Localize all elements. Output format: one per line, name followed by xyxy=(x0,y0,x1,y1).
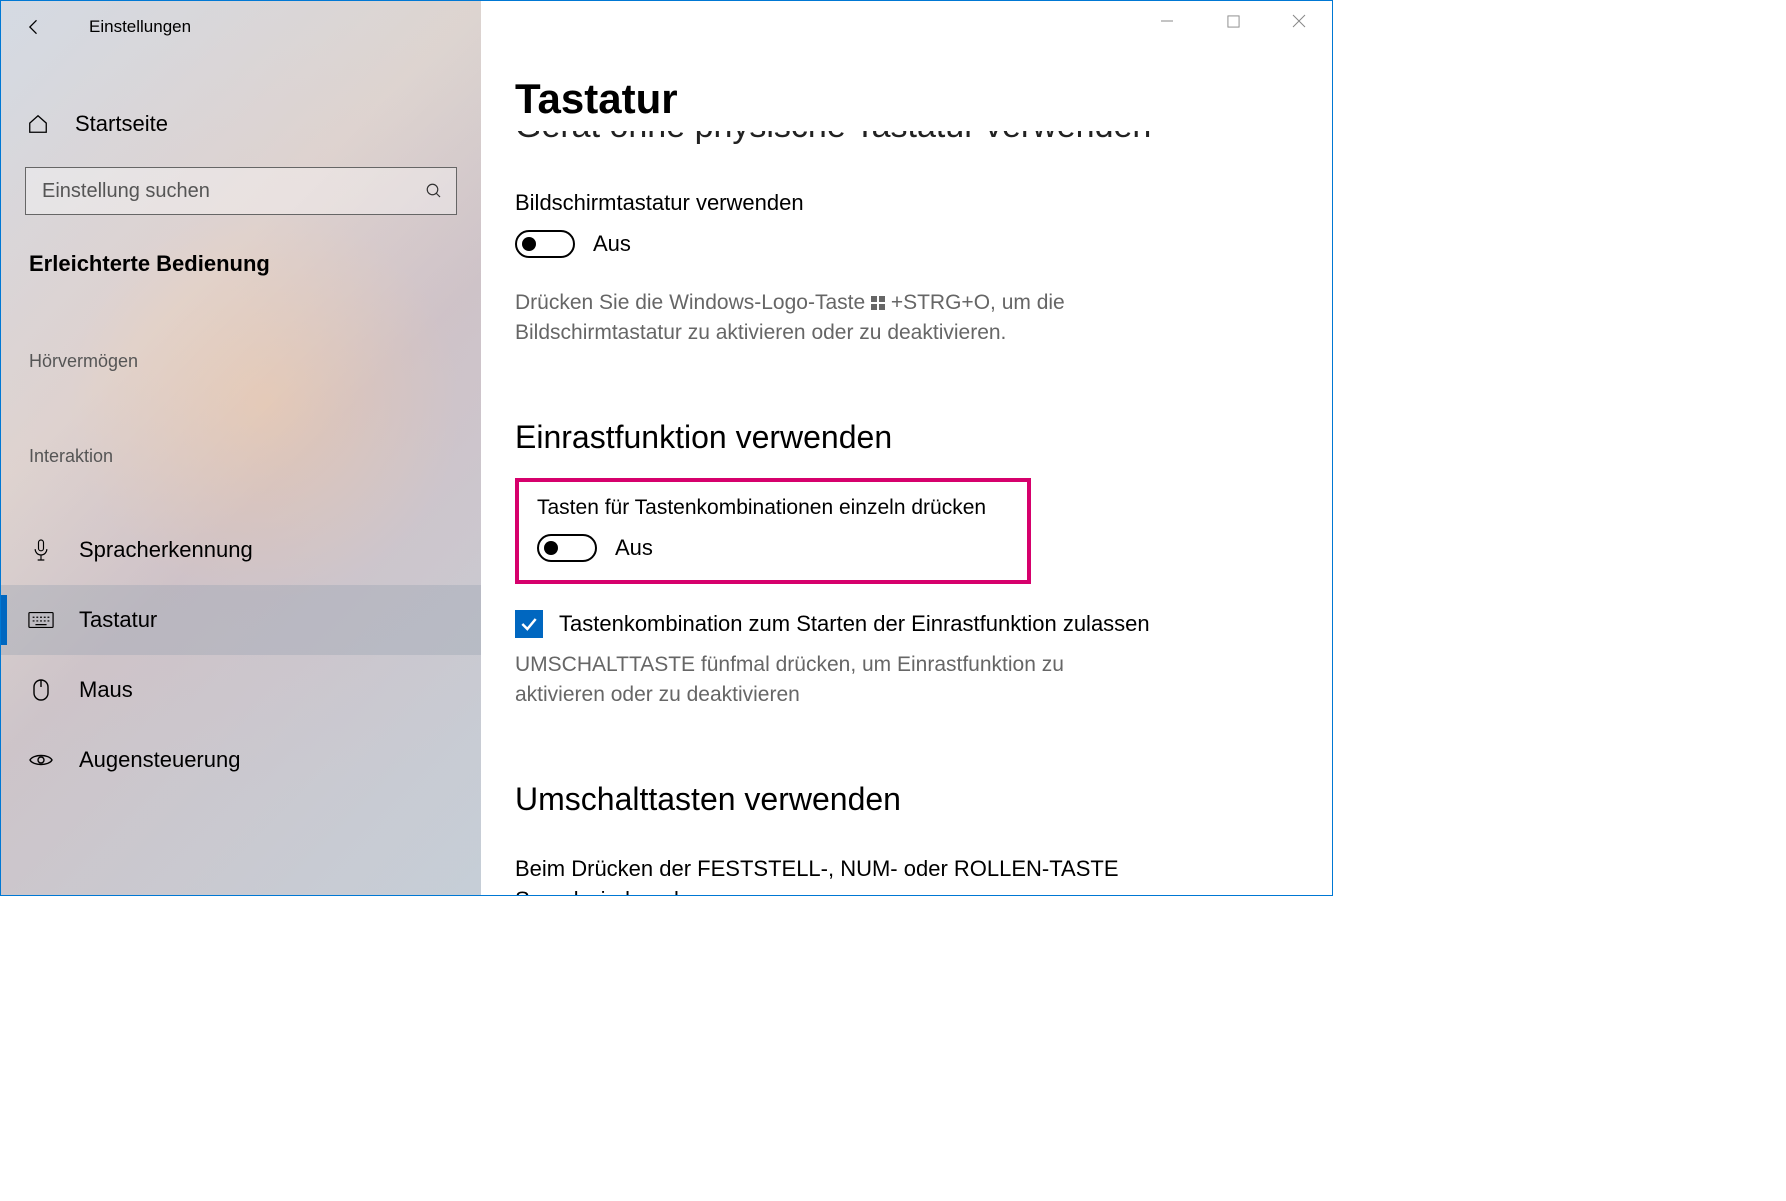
sticky-highlight: Tasten für Tastenkombinationen einzeln d… xyxy=(515,478,1031,584)
mouse-icon xyxy=(27,678,55,702)
windows-logo-icon xyxy=(871,296,885,310)
sidebar-item-label: Spracherkennung xyxy=(79,537,253,563)
search-wrap xyxy=(25,167,457,215)
section-heading-togglekeys: Umschalttasten verwenden xyxy=(515,781,1318,818)
sticky-shortcut-row: Tastenkombination zum Starten der Einras… xyxy=(515,610,1318,638)
togglekeys-label: Beim Drücken der FESTSTELL-, NUM- oder R… xyxy=(515,854,1155,895)
section-heading-device: Gerät ohne physische Tastatur verwenden xyxy=(515,131,1318,146)
sidebar-group-hearing: Hörvermögen xyxy=(1,351,481,372)
search-input[interactable] xyxy=(25,167,457,215)
osk-toggle[interactable] xyxy=(515,230,575,258)
page-title: Tastatur xyxy=(515,75,1332,123)
keyboard-icon xyxy=(27,611,55,629)
sidebar-home[interactable]: Startseite xyxy=(1,89,481,159)
sidebar-nav: Spracherkennung Tastatur Maus Augensteue… xyxy=(1,515,481,795)
sidebar-item-label: Augensteuerung xyxy=(79,747,240,773)
close-button[interactable] xyxy=(1266,1,1332,41)
osk-label: Bildschirmtastatur verwenden xyxy=(515,190,1318,216)
settings-window: Einstellungen Startseite Erleichterte Be… xyxy=(0,0,1333,896)
scroll-body: Gerät ohne physische Tastatur verwenden … xyxy=(515,131,1318,895)
sidebar-item-keyboard[interactable]: Tastatur xyxy=(1,585,481,655)
sidebar-home-label: Startseite xyxy=(75,111,168,137)
microphone-icon xyxy=(27,538,55,562)
sidebar: Einstellungen Startseite Erleichterte Be… xyxy=(1,1,481,895)
osk-hint-pre: Drücken Sie die Windows-Logo-Taste xyxy=(515,291,871,314)
sidebar-item-mouse[interactable]: Maus xyxy=(1,655,481,725)
sticky-toggle-state: Aus xyxy=(615,535,653,561)
sticky-toggle-label: Tasten für Tastenkombinationen einzeln d… xyxy=(537,496,1009,520)
home-icon xyxy=(25,113,51,135)
content-pane: Tastatur Gerät ohne physische Tastatur v… xyxy=(481,1,1332,895)
sticky-toggle[interactable] xyxy=(537,534,597,562)
app-title: Einstellungen xyxy=(89,17,191,37)
maximize-button[interactable] xyxy=(1200,1,1266,41)
osk-toggle-row: Aus xyxy=(515,230,1318,258)
titlebar: Einstellungen xyxy=(1,1,481,53)
sticky-shortcut-label: Tastenkombination zum Starten der Einras… xyxy=(559,611,1150,637)
sidebar-group-interaction: Interaktion xyxy=(1,446,481,467)
window-controls xyxy=(1134,1,1332,41)
sidebar-item-label: Maus xyxy=(79,677,133,703)
osk-toggle-state: Aus xyxy=(593,231,631,257)
minimize-button[interactable] xyxy=(1134,1,1200,41)
back-button[interactable] xyxy=(13,6,55,48)
sticky-toggle-row: Aus xyxy=(537,534,1009,562)
sidebar-section-label: Erleichterte Bedienung xyxy=(1,251,481,277)
sidebar-item-eyecontrol[interactable]: Augensteuerung xyxy=(1,725,481,795)
osk-hint: Drücken Sie die Windows-Logo-Taste +STRG… xyxy=(515,288,1155,349)
eye-icon xyxy=(27,751,55,769)
sticky-shortcut-hint: UMSCHALTTASTE fünfmal drücken, um Einras… xyxy=(515,650,1155,711)
section-heading-sticky: Einrastfunktion verwenden xyxy=(515,419,1318,456)
sidebar-item-speech[interactable]: Spracherkennung xyxy=(1,515,481,585)
sidebar-item-label: Tastatur xyxy=(79,607,157,633)
sticky-shortcut-checkbox[interactable] xyxy=(515,610,543,638)
